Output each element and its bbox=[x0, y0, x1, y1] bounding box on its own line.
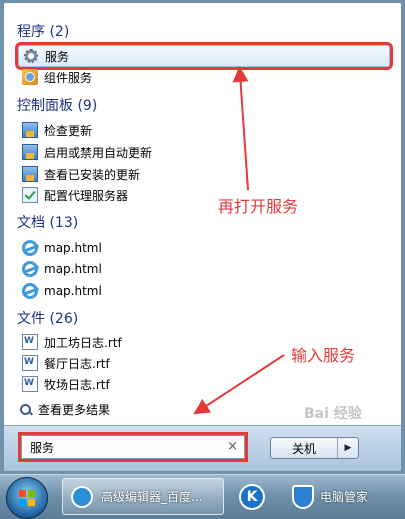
annotation-arrows bbox=[193, 66, 285, 415]
taskbar-item-label: 电脑管家 bbox=[320, 490, 369, 504]
arrow-to-search-box bbox=[193, 354, 285, 415]
browser-icon bbox=[71, 485, 93, 508]
taskbar-item-label: 高级编辑器_百度... bbox=[101, 490, 203, 504]
taskbar: 高级编辑器_百度... K 电脑管家 bbox=[0, 474, 405, 519]
start-button[interactable] bbox=[6, 477, 48, 519]
shield-icon bbox=[292, 484, 314, 509]
taskbar-item-pc-manager[interactable]: 电脑管家 bbox=[282, 478, 405, 515]
arrow-to-services bbox=[232, 66, 249, 191]
taskbar-item-k[interactable]: K bbox=[232, 478, 272, 515]
k-app-icon: K bbox=[239, 483, 265, 510]
taskbar-item-browser[interactable]: 高级编辑器_百度... bbox=[62, 478, 224, 515]
